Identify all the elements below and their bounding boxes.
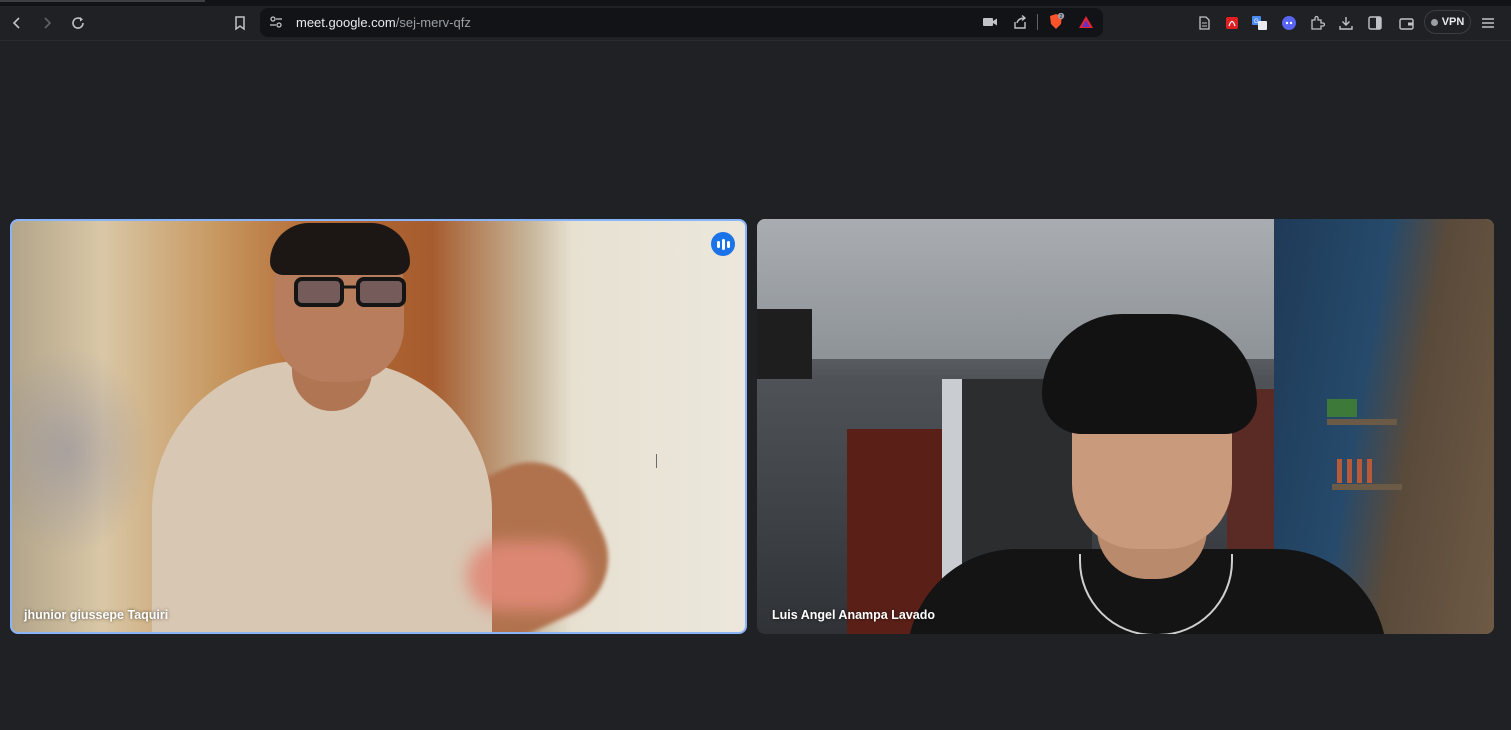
url-domain: meet.google.com — [296, 15, 396, 30]
url-text[interactable]: meet.google.com/sej-merv-qfz — [296, 15, 471, 30]
svg-text:2: 2 — [1060, 14, 1063, 20]
camera-icon[interactable] — [978, 10, 1002, 34]
address-bar-separator — [1037, 14, 1038, 30]
participant-name: jhunior giussepe Taquiri — [24, 608, 169, 622]
participant-name: Luis Angel Anampa Lavado — [772, 608, 935, 622]
video-shelf — [1332, 484, 1402, 490]
video-person-hair — [270, 223, 410, 275]
brave-rewards-icon[interactable] — [1074, 10, 1098, 34]
brave-shields-icon[interactable]: 2 — [1044, 10, 1068, 34]
vpn-status-dot — [1430, 18, 1438, 26]
address-bar[interactable]: meet.google.com/sej-merv-qfz 2 — [260, 8, 1103, 37]
browser-toolbar: meet.google.com/sej-merv-qfz 2 G VPN — [0, 6, 1511, 41]
video-bottles — [1337, 459, 1377, 483]
video-books — [1327, 399, 1357, 417]
svg-text:G: G — [1254, 19, 1259, 25]
participant-tile-active-speaker[interactable]: jhunior giussepe Taquiri — [10, 219, 747, 634]
video-hand-blur — [467, 541, 587, 611]
pdf-icon[interactable] — [1220, 11, 1244, 35]
site-settings-icon[interactable] — [264, 10, 288, 34]
video-shelf — [1327, 419, 1397, 425]
menu-icon[interactable] — [1476, 11, 1500, 35]
video-glasses — [294, 277, 406, 307]
tab-strip-hint — [0, 0, 205, 2]
participant-tile[interactable]: Luis Angel Anampa Lavado — [757, 219, 1494, 634]
forward-icon[interactable] — [35, 11, 59, 35]
translate-icon[interactable]: G — [1248, 11, 1272, 35]
speaking-indicator-icon — [711, 232, 735, 256]
url-path: /sej-merv-qfz — [395, 15, 471, 30]
back-icon[interactable] — [5, 11, 29, 35]
reload-icon[interactable] — [66, 11, 90, 35]
extensions-icon[interactable] — [1305, 11, 1329, 35]
wallet-icon[interactable] — [1394, 11, 1418, 35]
sidebar-icon[interactable] — [1363, 11, 1387, 35]
reader-icon[interactable] — [1192, 11, 1216, 35]
share-icon[interactable] — [1008, 10, 1032, 34]
discord-icon[interactable] — [1277, 11, 1301, 35]
vpn-label: VPN — [1441, 16, 1465, 28]
downloads-icon[interactable] — [1334, 11, 1358, 35]
vpn-button[interactable]: VPN — [1424, 10, 1471, 34]
bookmark-icon[interactable] — [228, 11, 252, 35]
mouse-cursor — [656, 454, 657, 468]
video-picture-frame — [757, 309, 812, 379]
